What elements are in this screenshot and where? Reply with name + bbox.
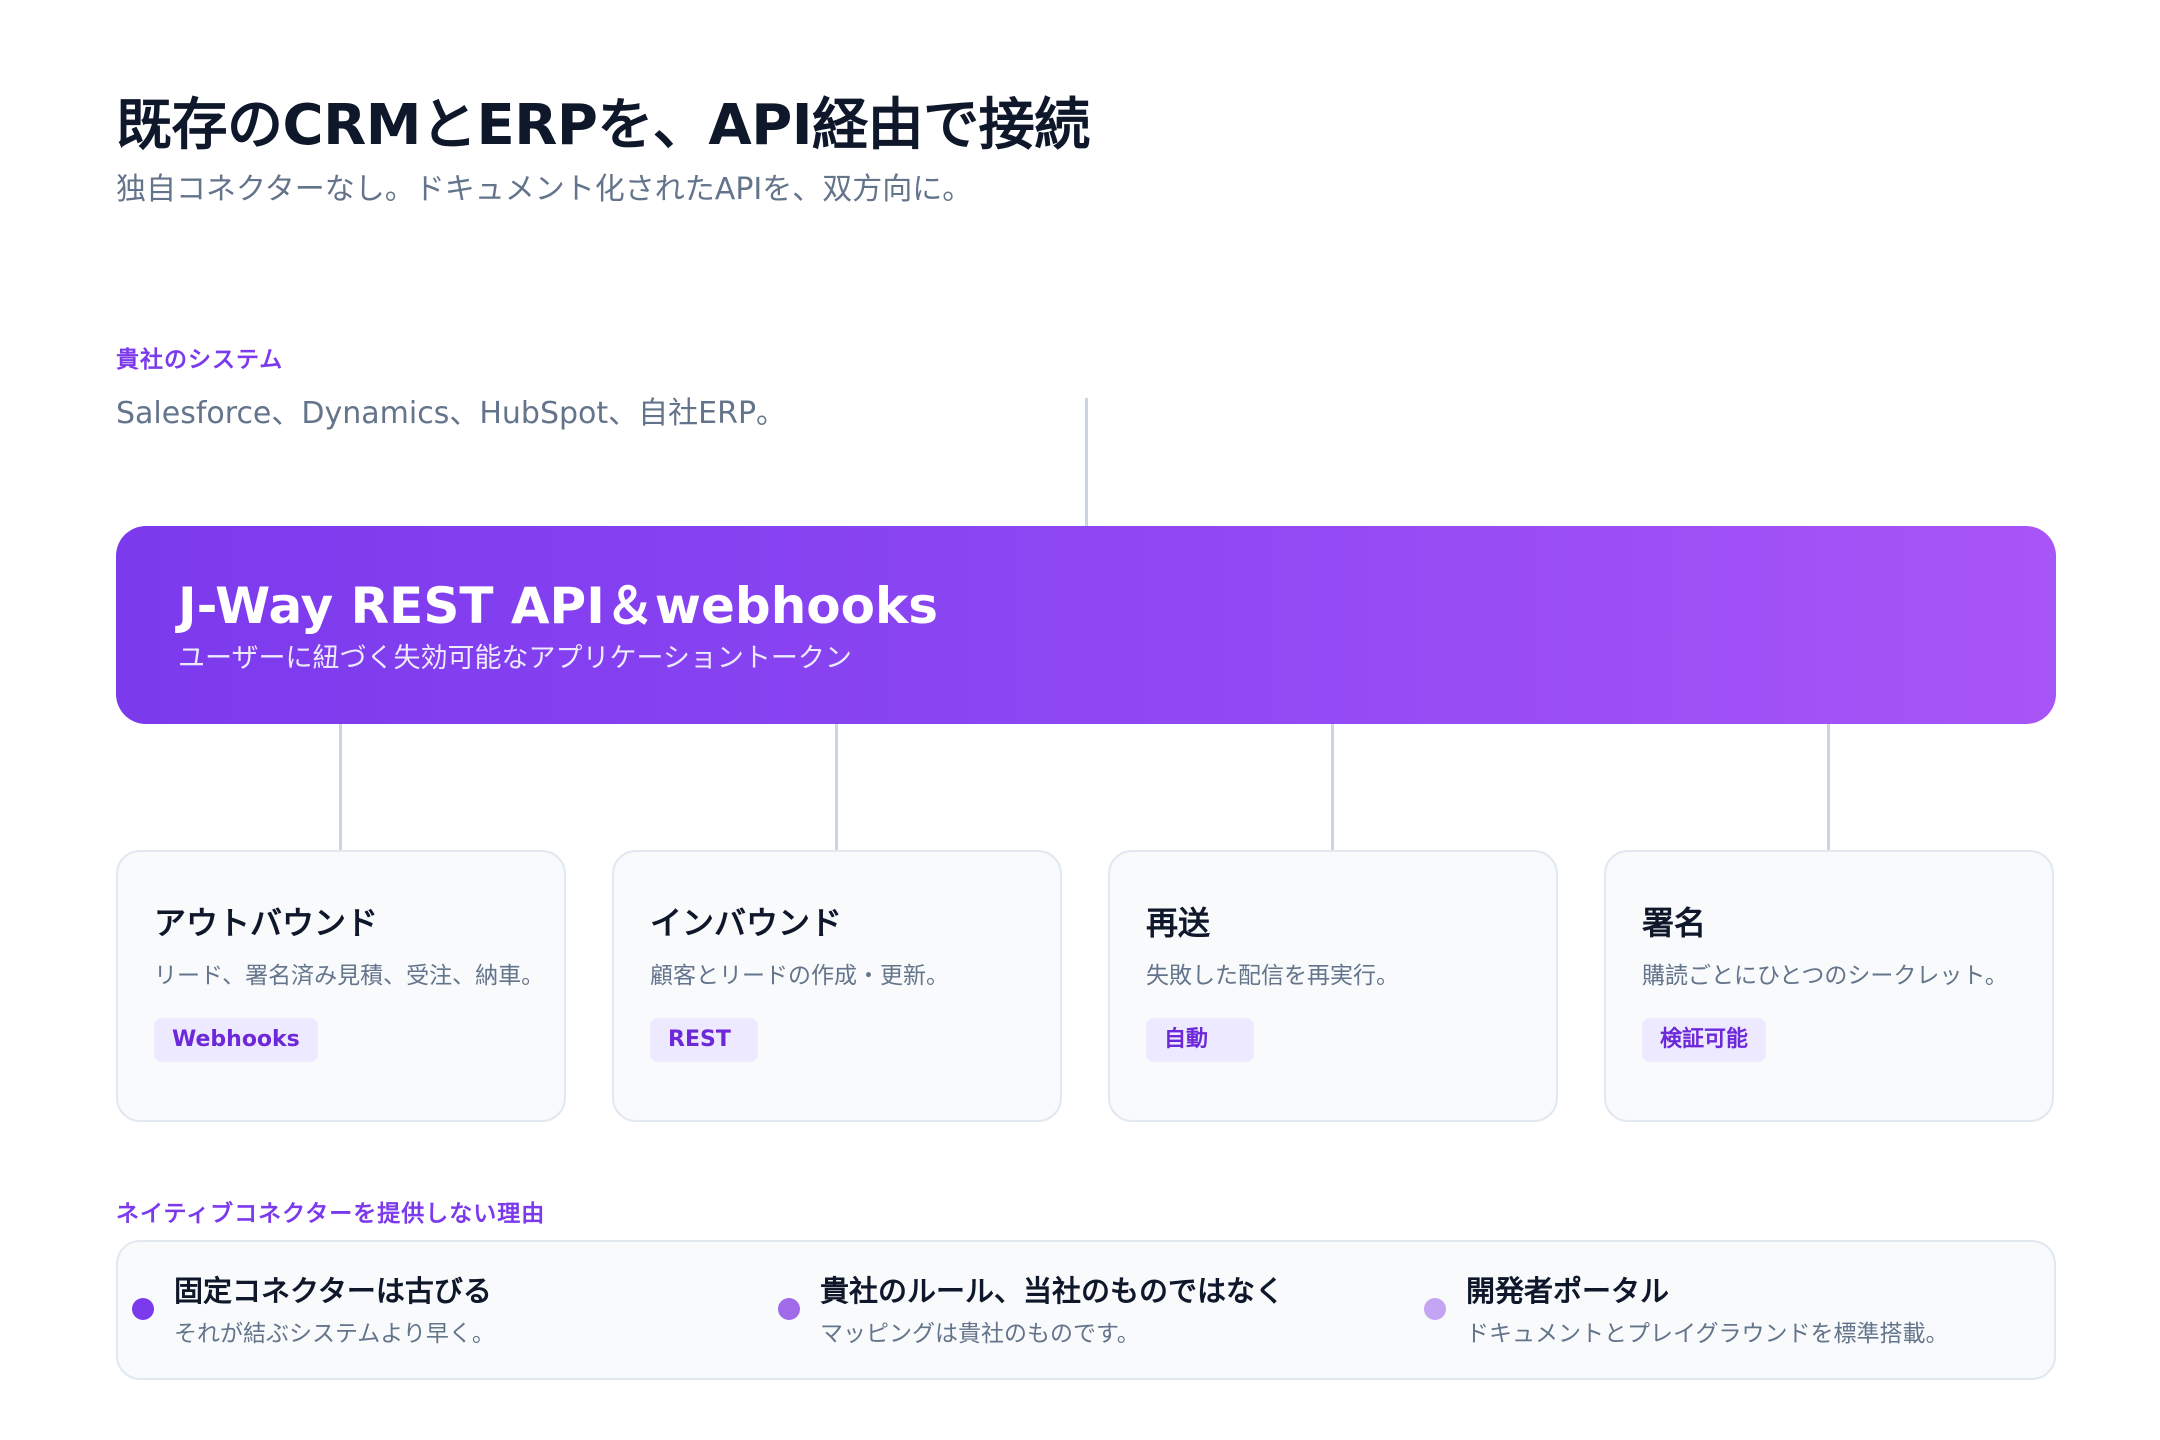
card-outbound: アウトバウンド リード、署名済み見積、受注、納車。 Webhooks (116, 850, 566, 1122)
card-signature: 署名 購読ごとにひとつのシークレット。 検証可能 (1604, 850, 2054, 1122)
card-retry: 再送 失敗した配信を再実行。 自動 (1108, 850, 1558, 1122)
card-description: 顧客とリードの作成・更新。 (650, 963, 949, 989)
bullet-dot-icon (1424, 1298, 1446, 1320)
page-title: 既存のCRMとERPを、API経由で接続 (116, 93, 1090, 158)
connector-line-inbound (835, 724, 838, 850)
page-subtitle: 独自コネクターなし。ドキュメント化されたAPIを、双方向に。 (116, 172, 973, 207)
systems-list: Salesforce、Dynamics、HubSpot、自社ERP。 (116, 396, 787, 431)
connector-line-top (1085, 398, 1088, 526)
card-tag: 自動 (1146, 1018, 1254, 1062)
card-tag: REST (650, 1018, 758, 1062)
card-tag: Webhooks (154, 1018, 318, 1062)
card-title: 署名 (1642, 904, 1707, 942)
api-subtitle: ユーザーに紐づく失効可能なアプリケーショントークン (178, 643, 852, 674)
bullet-dot-icon (778, 1298, 800, 1320)
reason-title: 開発者ポータル (1466, 1274, 1670, 1308)
connector-line-outbound (339, 724, 342, 850)
card-description: リード、署名済み見積、受注、納車。 (154, 963, 545, 989)
reason-description: それが結ぶシステムより早く。 (174, 1321, 495, 1347)
card-title: インバウンド (650, 904, 843, 942)
systems-eyebrow: 貴社のシステム (116, 347, 284, 373)
connector-line-signature (1827, 724, 1830, 850)
reason-title: 貴社のルール、当社のものではなく (820, 1274, 1285, 1308)
reasons-panel: 固定コネクターは古びる それが結ぶシステムより早く。 貴社のルール、当社のもので… (116, 1240, 2056, 1380)
card-tag: 検証可能 (1642, 1018, 1767, 1062)
api-title: J-Way REST API＆webhooks (178, 577, 939, 635)
card-description: 失敗した配信を再実行。 (1146, 963, 1399, 989)
api-banner: J-Way REST API＆webhooks ユーザーに紐づく失効可能なアプリ… (116, 526, 2056, 724)
connector-line-retry (1331, 724, 1334, 850)
card-inbound: インバウンド 顧客とリードの作成・更新。 REST (612, 850, 1062, 1122)
card-title: アウトバウンド (154, 904, 379, 942)
reason-description: マッピングは貴社のものです。 (820, 1321, 1140, 1347)
bullet-dot-icon (132, 1298, 154, 1320)
card-description: 購読ごとにひとつのシークレット。 (1642, 963, 2008, 989)
reasons-eyebrow: ネイティブコネクターを提供しない理由 (116, 1201, 546, 1227)
card-title: 再送 (1146, 904, 1211, 942)
reason-description: ドキュメントとプレイグラウンドを標準搭載。 (1466, 1321, 1949, 1347)
reason-title: 固定コネクターは古びる (174, 1274, 492, 1308)
